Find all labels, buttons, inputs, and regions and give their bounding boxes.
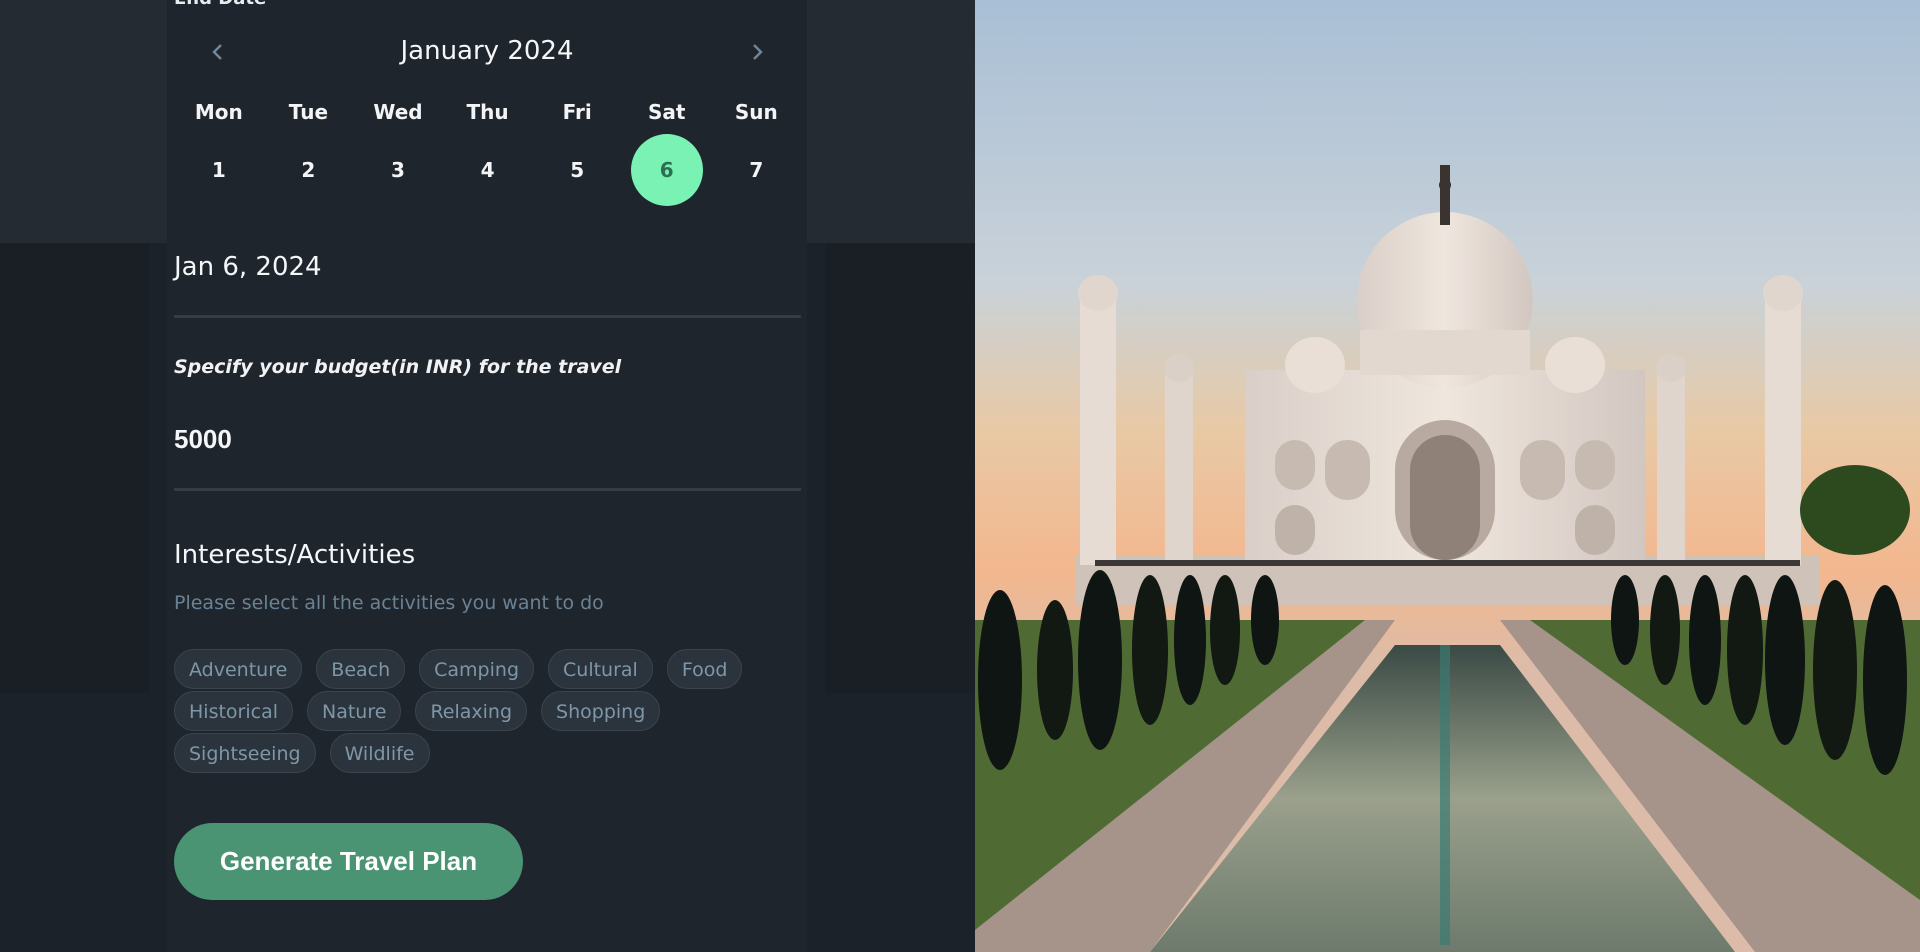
calendar-day-selected[interactable]: 6 (622, 134, 712, 206)
month-title: January 2024 (400, 36, 574, 66)
interest-chip-shopping[interactable]: Shopping (541, 691, 661, 731)
day-number: 2 (301, 158, 316, 182)
chevron-right-icon (753, 44, 763, 60)
day-number: 5 (570, 158, 585, 182)
date-field-underline (174, 315, 801, 318)
interest-chip-beach[interactable]: Beach (316, 649, 406, 689)
side-panel-right-bottom (825, 243, 975, 693)
interest-chip-adventure[interactable]: Adventure (174, 649, 303, 689)
interest-chip-camping[interactable]: Camping (419, 649, 535, 689)
calendar-day[interactable]: 7 (712, 134, 802, 206)
interests-title: Interests/Activities (174, 540, 416, 570)
next-month-button[interactable] (743, 38, 771, 66)
interest-chip-group: Adventure Beach Camping Cultural Food Hi… (174, 649, 814, 775)
weekday-label: Tue (288, 100, 329, 124)
calendar-day[interactable]: 5 (532, 134, 622, 206)
weekday-label: Fri (562, 100, 592, 124)
calendar-day[interactable]: 1 (174, 134, 264, 206)
budget-input[interactable] (174, 424, 794, 455)
side-panel-top (0, 0, 167, 243)
budget-label: Specify your budget(in INR) for the trav… (174, 356, 622, 378)
day-number: 7 (749, 158, 764, 182)
side-panel-right-top (807, 0, 975, 243)
interest-chip-sightseeing[interactable]: Sightseeing (174, 733, 316, 773)
chip-row: Historical Nature Relaxing Shopping (174, 691, 814, 733)
day-number: 6 (630, 134, 703, 206)
interest-chip-food[interactable]: Food (666, 649, 743, 689)
chip-row: Adventure Beach Camping Cultural Food (174, 649, 814, 691)
day-number: 4 (480, 158, 495, 182)
weekday-label: Mon (194, 100, 243, 124)
weekday-header-row: Mon Tue Wed Thu Fri Sat Sun (174, 100, 804, 124)
day-number: 3 (391, 158, 405, 182)
interest-chip-historical[interactable]: Historical (174, 691, 293, 731)
side-panel-bottom (0, 243, 150, 693)
calendar-day[interactable]: 3 (353, 134, 443, 206)
calendar-day[interactable]: 4 (443, 134, 533, 206)
calendar-header: January 2024 (167, 32, 807, 72)
weekday-label: Sat (648, 100, 686, 124)
interest-chip-wildlife[interactable]: Wildlife (329, 733, 430, 773)
weekday-label: Wed (373, 100, 423, 124)
interest-chip-nature[interactable]: Nature (307, 691, 402, 731)
day-number: 1 (211, 158, 226, 182)
interest-chip-relaxing[interactable]: Relaxing (415, 691, 528, 731)
weekday-label: Sun (734, 100, 778, 124)
interests-subtitle: Please select all the activities you wan… (174, 592, 604, 614)
taj-mahal-illustration (975, 0, 1920, 952)
generate-travel-plan-button[interactable]: Generate Travel Plan (174, 823, 523, 900)
chip-row: Sightseeing Wildlife (174, 733, 814, 775)
calendar-days-row: 1 2 3 4 5 6 7 (174, 134, 804, 206)
selected-date-field[interactable]: Jan 6, 2024 (174, 252, 322, 282)
weekday-label: Thu (466, 100, 509, 124)
end-date-label: End Date (174, 0, 266, 9)
interest-chip-cultural[interactable]: Cultural (548, 649, 653, 689)
calendar-day[interactable]: 2 (264, 134, 354, 206)
budget-field-underline (174, 488, 801, 491)
taj-mahal-photo (975, 0, 1920, 952)
